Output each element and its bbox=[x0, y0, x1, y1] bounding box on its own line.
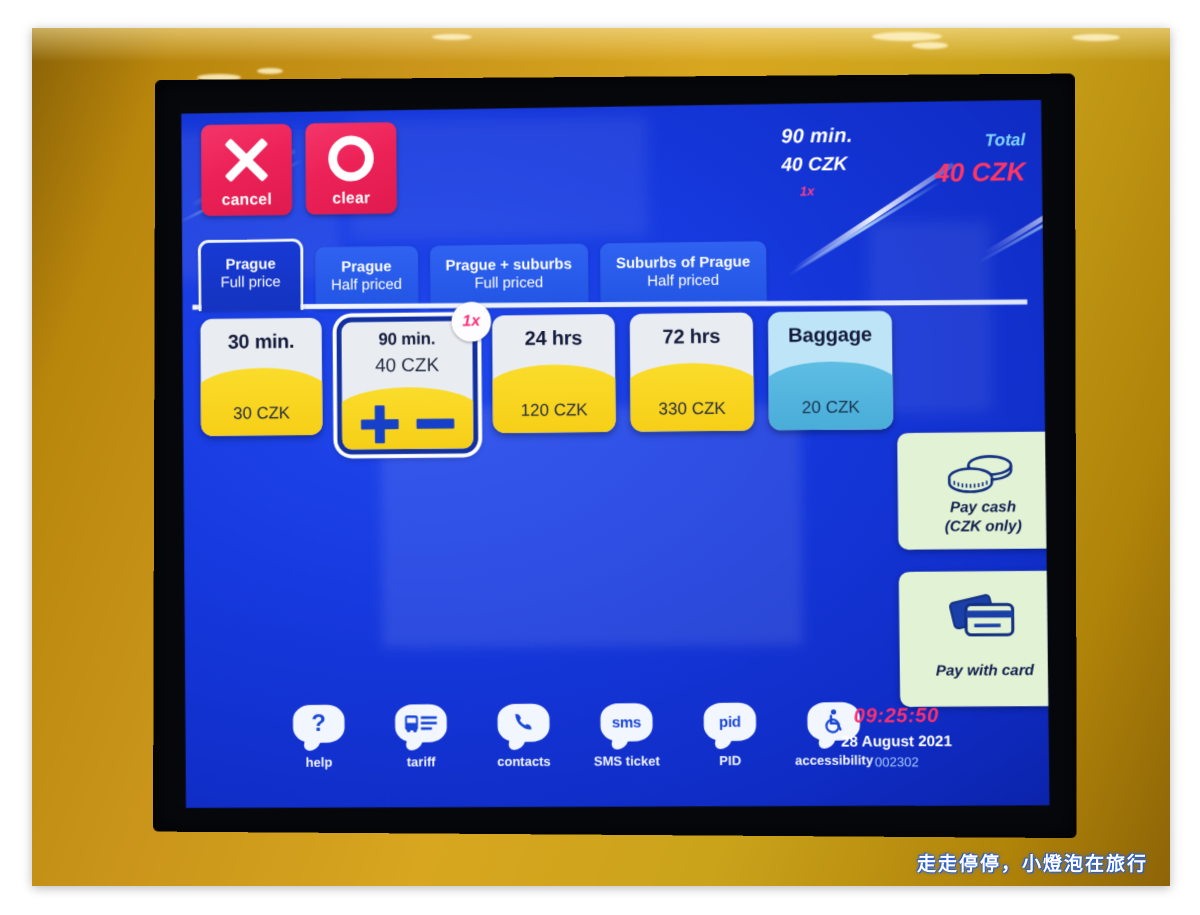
ticket-title: 72 hrs bbox=[662, 325, 721, 349]
pay-cash-label-line1: Pay cash bbox=[949, 498, 1017, 517]
tab-label-line2: Half priced bbox=[331, 276, 403, 294]
touchscreen: cancel clear 90 min. 40 CZK 1x Total 40 … bbox=[181, 99, 1050, 809]
toolbar-item-contacts[interactable]: contacts bbox=[484, 703, 562, 770]
pay-with-card-label: Pay with card bbox=[935, 661, 1035, 680]
ticket-card-baggage[interactable]: Baggage 20 CZK bbox=[767, 310, 894, 431]
sms-bubble-icon: sms bbox=[600, 703, 653, 742]
card-wave bbox=[767, 360, 894, 431]
question-bubble-icon: ? bbox=[292, 704, 345, 743]
tab-label-line1: Prague bbox=[225, 255, 276, 274]
summary-duration: 90 min. bbox=[781, 124, 853, 148]
help-glyph: ? bbox=[311, 709, 327, 737]
toolbar-label: contacts bbox=[497, 753, 551, 770]
pay-cash-label-line2: (CZK only) bbox=[944, 517, 1022, 536]
toolbar-item-help[interactable]: ? help bbox=[280, 704, 358, 770]
zone-tabs: Prague Full price Prague Half priced Pra… bbox=[197, 232, 767, 311]
ticket-price: 30 CZK bbox=[233, 403, 291, 423]
ticket-card-90min-wrapper: 90 min. 40 CZK 1x bbox=[336, 301, 492, 455]
pid-glyph: pid bbox=[718, 713, 741, 731]
sms-glyph: sms bbox=[611, 713, 642, 731]
tab-label-line2: Full price bbox=[220, 273, 281, 292]
quantity-badge: 1x bbox=[451, 301, 492, 342]
top-action-buttons: cancel clear bbox=[200, 122, 397, 217]
ticket-title: Baggage bbox=[788, 323, 873, 348]
coins-icon bbox=[907, 446, 1049, 500]
clear-button[interactable]: clear bbox=[305, 122, 397, 215]
monitor-bezel: cancel clear 90 min. 40 CZK 1x Total 40 … bbox=[153, 73, 1077, 839]
toolbar-label: help bbox=[305, 754, 333, 770]
toolbar-item-tariff[interactable]: tariff bbox=[382, 704, 460, 769]
decrease-quantity-button[interactable] bbox=[414, 405, 456, 443]
ticket-title: 30 min. bbox=[227, 330, 295, 354]
clear-button-label: clear bbox=[332, 189, 371, 208]
pay-with-card-button[interactable]: Pay with card bbox=[898, 570, 1050, 708]
increase-quantity-button[interactable] bbox=[359, 405, 401, 444]
credit-card-icon bbox=[909, 588, 1050, 641]
payment-buttons: Pay cash (CZK only) Pay with card bbox=[897, 431, 1050, 729]
ticket-price: 330 CZK bbox=[658, 398, 726, 419]
ticket-card-72hrs[interactable]: 72 hrs 330 CZK bbox=[629, 312, 755, 432]
cancel-button[interactable]: cancel bbox=[200, 123, 293, 217]
ticket-price: 20 CZK bbox=[801, 397, 860, 418]
current-time: 09:25:50 bbox=[853, 704, 939, 728]
summary-quantity: 1x bbox=[799, 183, 815, 199]
ticket-price: 40 CZK bbox=[375, 355, 440, 377]
toolbar-label: PID bbox=[719, 752, 742, 769]
ticket-title: 24 hrs bbox=[524, 327, 583, 351]
photo-watermark: 走走停停，小燈泡在旅行 bbox=[916, 853, 1148, 875]
screenshot-root: cancel clear 90 min. 40 CZK 1x Total 40 … bbox=[0, 0, 1200, 915]
quantity-stepper bbox=[342, 404, 473, 444]
pid-bubble-icon: pid bbox=[703, 702, 757, 742]
close-x-icon bbox=[201, 134, 292, 187]
current-date: 28 August 2021 bbox=[841, 732, 953, 751]
tab-label-line1: Suburbs of Prague bbox=[615, 253, 751, 273]
ticket-card-24hrs[interactable]: 24 hrs 120 CZK bbox=[492, 314, 616, 434]
ticket-price: 120 CZK bbox=[520, 400, 588, 420]
tab-label-line1: Prague bbox=[341, 258, 392, 276]
tab-prague-full-price[interactable]: Prague Full price bbox=[197, 238, 304, 311]
ticket-title: 90 min. bbox=[378, 329, 436, 349]
card-wave bbox=[200, 367, 323, 437]
tab-suburbs-of-prague-half-priced[interactable]: Suburbs of Prague Half priced bbox=[599, 241, 767, 306]
bottom-toolbar: ? help tariff contacts sms SMS ticket pi… bbox=[280, 702, 874, 770]
pay-cash-button[interactable]: Pay cash (CZK only) bbox=[897, 431, 1050, 550]
tab-prague-suburbs-full-priced[interactable]: Prague + suburbs Full priced bbox=[429, 243, 589, 308]
kiosk-photo: cancel clear 90 min. 40 CZK 1x Total 40 … bbox=[32, 28, 1170, 886]
summary-total: Total 40 CZK bbox=[935, 130, 1026, 189]
tariff-bubble-icon bbox=[394, 704, 447, 743]
toolbar-item-pid[interactable]: pid PID bbox=[691, 702, 770, 769]
summary-price: 40 CZK bbox=[781, 153, 848, 176]
toolbar-label: SMS ticket bbox=[593, 753, 660, 769]
card-wave bbox=[492, 363, 616, 434]
machine-id: 002302 bbox=[874, 754, 919, 770]
clock-display: 09:25:50 28 August 2021 002302 bbox=[805, 705, 988, 770]
ticket-card-30min[interactable]: 30 min. 30 CZK bbox=[200, 317, 323, 437]
total-label: Total bbox=[984, 130, 1026, 150]
phone-bubble-icon bbox=[497, 703, 550, 742]
toolbar-label: tariff bbox=[406, 754, 436, 770]
summary-item: 90 min. 40 CZK 1x bbox=[781, 125, 853, 199]
order-summary: 90 min. 40 CZK 1x Total 40 CZK bbox=[775, 122, 1028, 212]
tab-prague-half-priced[interactable]: Prague Half priced bbox=[314, 245, 419, 310]
tab-label-line1: Prague + suburbs bbox=[445, 255, 573, 275]
card-wave bbox=[629, 362, 755, 432]
tab-label-line2: Half priced bbox=[647, 272, 720, 290]
toolbar-item-sms-ticket[interactable]: sms SMS ticket bbox=[587, 703, 666, 769]
ticket-card-list: 30 min. 30 CZK 90 min. 40 CZK 1x 24 hrs … bbox=[200, 301, 894, 456]
cancel-button-label: cancel bbox=[221, 191, 272, 209]
circle-o-icon bbox=[305, 132, 396, 185]
total-value: 40 CZK bbox=[934, 156, 1026, 188]
tab-label-line2: Full priced bbox=[474, 274, 544, 293]
